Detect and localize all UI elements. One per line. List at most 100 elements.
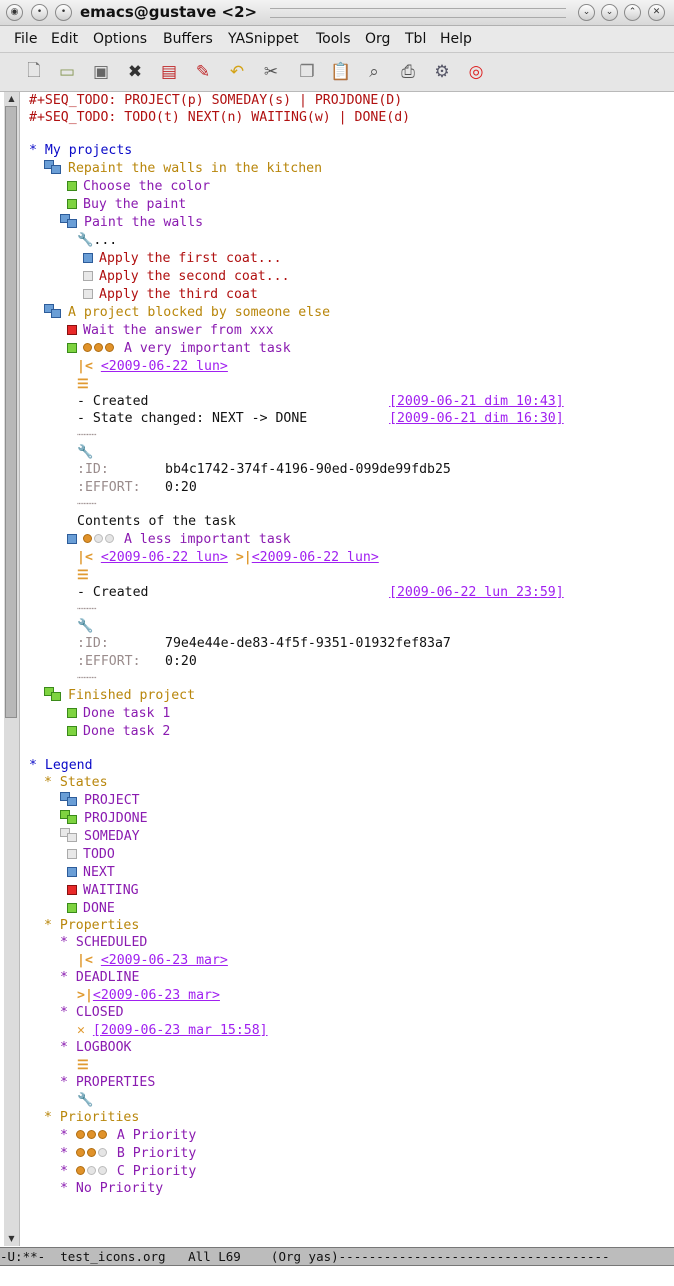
prop-effort-value: 0:20	[165, 480, 197, 495]
task-less-important[interactable]: A less important task	[67, 531, 291, 549]
priority-b[interactable]: * B Priority	[60, 1145, 196, 1163]
menu-edit[interactable]: Edit	[51, 31, 78, 47]
menu-yasnippet[interactable]: YASnippet	[228, 31, 299, 47]
search-icon[interactable]: ⌕	[362, 60, 386, 84]
next-state-icon	[67, 867, 77, 877]
app-menu-icon[interactable]: ◉	[6, 4, 23, 21]
task-done-1[interactable]: Done task 1	[67, 705, 170, 723]
preferences-icon[interactable]: ⚙	[430, 60, 454, 84]
task-wait-answer[interactable]: Wait the answer from xxx	[67, 322, 274, 340]
task-title: Choose the color	[83, 179, 211, 194]
scroll-down-icon[interactable]: ▼	[5, 1233, 18, 1245]
task-title: Done task 2	[83, 724, 171, 739]
project-blocked[interactable]: A project blocked by someone else	[44, 304, 330, 322]
task-third-coat[interactable]: Apply the third coat	[83, 286, 258, 304]
scheduled-timestamp[interactable]: <2009-06-22 lun>	[101, 550, 228, 565]
project-finished[interactable]: Finished project	[44, 687, 195, 705]
project-repaint[interactable]: Repaint the walls in the kitchen	[44, 160, 322, 178]
task-first-coat[interactable]: Apply the first coat...	[83, 250, 282, 268]
cut-scissors-icon[interactable]: ✂	[259, 60, 283, 84]
scheduled-timestamp[interactable]: <2009-06-23 mar>	[101, 953, 228, 968]
menu-tools[interactable]: Tools	[316, 31, 351, 47]
task-buy-paint[interactable]: Buy the paint	[67, 196, 186, 214]
scrollbar-thumb[interactable]	[5, 106, 17, 718]
wrench-icon: 🔧	[77, 445, 94, 460]
minimize-icon[interactable]: ⌄	[601, 4, 618, 21]
logbook-line[interactable]: ☰	[77, 567, 89, 585]
editor-buffer[interactable]: #+SEQ_TODO: PROJECT(p) SOMEDAY(s) | PROJ…	[27, 92, 667, 1246]
prop-effort-value: 0:20	[165, 654, 197, 669]
menu-org[interactable]: Org	[365, 31, 390, 47]
drawer-end-marker: ⋯⋯⋯⋯	[77, 673, 97, 682]
heading-scheduled[interactable]: * SCHEDULED	[60, 934, 147, 952]
heading-deadline[interactable]: * DEADLINE	[60, 969, 139, 987]
scroll-up-icon[interactable]: ▲	[5, 93, 18, 105]
vertical-scrollbar[interactable]: ▲ ▼	[4, 92, 20, 1246]
priority-label: B Priority	[116, 1146, 197, 1161]
undo-icon[interactable]: ↶	[225, 60, 249, 84]
project-state-icon	[60, 214, 78, 228]
help-lifebuoy-icon[interactable]: ◎	[464, 60, 488, 84]
heading-legend[interactable]: * Legend	[29, 757, 93, 775]
log-created-timestamp[interactable]: [2009-06-21 dim 10:43]	[389, 393, 564, 411]
legend-label: TODO	[83, 847, 115, 862]
maximize-icon[interactable]: ⌃	[624, 4, 641, 21]
task-second-coat[interactable]: Apply the second coat...	[83, 268, 290, 286]
legend-someday: SOMEDAY	[60, 828, 140, 846]
log-state-timestamp[interactable]: [2009-06-21 dim 16:30]	[389, 410, 564, 428]
sticky-icon[interactable]: •	[55, 4, 72, 21]
project-state-icon	[44, 304, 62, 318]
menu-tbl[interactable]: Tbl	[405, 31, 426, 47]
menu-help[interactable]: Help	[440, 31, 472, 47]
window-menu-icon[interactable]: •	[31, 4, 48, 21]
deadline-icon: >|	[235, 550, 252, 565]
prop-id-value: 79e4e44e-de83-4f5f-9351-01932fef83a7	[165, 636, 451, 651]
deadline-timestamp[interactable]: <2009-06-23 mar>	[93, 988, 220, 1003]
heading-properties[interactable]: * Properties	[44, 917, 139, 935]
project-state-icon	[60, 792, 78, 806]
open-folder-icon[interactable]: ▭	[55, 60, 79, 84]
print-icon[interactable]: ⎙	[396, 60, 420, 84]
close-window-icon[interactable]: ✕	[648, 4, 665, 21]
legend-label: WAITING	[83, 883, 139, 898]
paste-icon[interactable]: 📋	[329, 60, 353, 84]
shade-icon[interactable]: ⌄	[578, 4, 595, 21]
new-file-icon[interactable]: 🗋	[22, 60, 46, 84]
legend-label: PROJECT	[84, 793, 140, 808]
drawer-end-marker: ⋯⋯⋯⋯	[77, 499, 97, 508]
priority-a[interactable]: * A Priority	[60, 1127, 196, 1145]
menu-buffers[interactable]: Buffers	[163, 31, 213, 47]
heading-closed[interactable]: * CLOSED	[60, 1004, 124, 1022]
logbook-icon: ☰	[77, 568, 89, 583]
properties-line[interactable]: 🔧	[77, 618, 93, 636]
heading-my-projects[interactable]: * My projects	[29, 142, 132, 160]
save-as-icon[interactable]: ▤	[157, 60, 181, 84]
task-very-important[interactable]: A very important task	[67, 340, 291, 358]
logbook-line[interactable]: ☰	[77, 376, 89, 394]
menu-options[interactable]: Options	[93, 31, 147, 47]
minibuffer[interactable]	[0, 1266, 674, 1286]
priority-c[interactable]: * C Priority	[60, 1163, 196, 1181]
menu-file[interactable]: File	[14, 31, 37, 47]
close-x-icon[interactable]: ✖	[123, 60, 147, 84]
closed-timestamp[interactable]: [2009-06-23 mar 15:58]	[93, 1023, 268, 1038]
heading-properties-drawer[interactable]: * PROPERTIES	[60, 1074, 155, 1092]
save-disk-icon[interactable]: ▣	[89, 60, 113, 84]
edit-icon[interactable]: ✎	[191, 60, 215, 84]
deadline-timestamp[interactable]: <2009-06-22 lun>	[252, 550, 379, 565]
heading-logbook[interactable]: * LOGBOOK	[60, 1039, 131, 1057]
task-paint-walls[interactable]: Paint the walls	[60, 214, 203, 232]
legend-deadline-line: >|<2009-06-23 mar>	[77, 987, 220, 1005]
heading-priorities[interactable]: * Priorities	[44, 1109, 139, 1127]
properties-line[interactable]: 🔧	[77, 444, 93, 462]
copy-icon[interactable]: ❐	[295, 60, 319, 84]
priority-none[interactable]: * No Priority	[60, 1180, 163, 1198]
scheduled-timestamp[interactable]: <2009-06-22 lun>	[101, 359, 228, 374]
task-choose-color[interactable]: Choose the color	[67, 178, 210, 196]
menubar: File Edit Options Buffers YASnippet Tool…	[0, 26, 674, 53]
heading-states[interactable]: * States	[44, 774, 108, 792]
log-created-timestamp[interactable]: [2009-06-22 lun 23:59]	[389, 584, 564, 602]
task-done-2[interactable]: Done task 2	[67, 723, 170, 741]
done-state-icon	[67, 903, 77, 913]
properties-drawer-collapsed[interactable]: 🔧...	[77, 232, 117, 250]
